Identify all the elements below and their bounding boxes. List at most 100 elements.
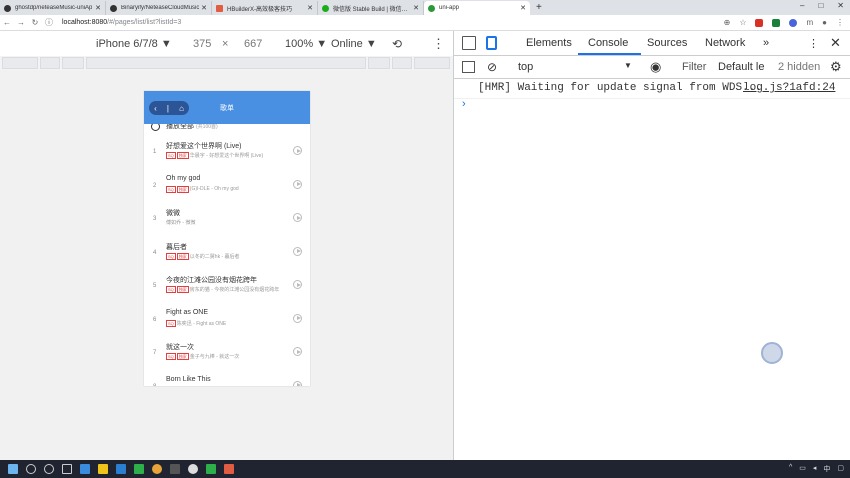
play-icon[interactable] (293, 280, 302, 289)
app-icon[interactable] (206, 464, 216, 474)
play-icon[interactable] (293, 179, 302, 189)
start-icon[interactable] (8, 464, 18, 474)
close-tab-icon[interactable]: ✕ (520, 4, 526, 12)
song-item[interactable]: 4 暮后者 SQ 独家 以冬的二舅hk - 暮后者 (144, 238, 310, 272)
viewport-height-input[interactable]: 667 (244, 38, 262, 50)
browser-tab[interactable]: Binaryify/NeteaseCloudMusic ✕ (106, 1, 212, 15)
clear-console-icon[interactable]: ⊘ (487, 60, 497, 74)
console-source-link[interactable]: log.js?1afd:24 (743, 82, 835, 94)
zoom-icon[interactable]: ⊕ (724, 18, 731, 27)
network-icon[interactable]: ▭ (799, 464, 806, 474)
search-icon[interactable] (26, 464, 36, 474)
song-item[interactable]: 2 Oh my god SQ 独家 (G)I-DLE - Oh my god (144, 171, 310, 205)
hbuilder-icon[interactable] (134, 464, 144, 474)
url-field[interactable]: localhost:8080/#/pages/list/list?listId=… (62, 19, 181, 26)
extension-icon[interactable]: m (806, 18, 813, 27)
extension-icon[interactable] (755, 18, 764, 27)
context-dropdown-icon[interactable]: ▼ (624, 61, 632, 70)
browser-tab-strip: ghostdp/neteaseMusic-uniAp ✕ Binaryify/N… (0, 0, 850, 15)
context-select[interactable]: top (518, 61, 533, 73)
play-icon[interactable] (293, 380, 302, 386)
play-icon[interactable] (293, 246, 302, 256)
media-query-bar[interactable] (0, 56, 453, 70)
phone-nav-bar: ‹ | ⌂ 歌单 (144, 91, 310, 124)
notification-icon[interactable]: ▢ (837, 464, 844, 474)
extension-icon[interactable] (789, 18, 798, 27)
play-icon[interactable] (293, 146, 302, 155)
hidden-count: 2 hidden (778, 61, 821, 73)
bookmark-star-icon[interactable]: ☆ (739, 18, 746, 27)
app-icon[interactable] (224, 464, 234, 474)
browser-tab[interactable]: ghostdp/neteaseMusic-uniAp ✕ (0, 1, 106, 15)
active-tab-indicator (578, 53, 641, 55)
new-tab-button[interactable]: + (536, 2, 542, 13)
sidebar-toggle-icon[interactable] (462, 61, 475, 73)
song-item[interactable]: 1 好想爱这个世界啊 (Live) SQ 独家 华晨宇 - 好想爱这个世界啊 (Live… (144, 137, 310, 171)
tray-arrow-icon[interactable]: ^ (789, 464, 792, 474)
close-window-button[interactable]: ✕ (837, 1, 844, 10)
task-view-icon[interactable] (62, 464, 72, 474)
log-levels-select[interactable]: Default le (718, 61, 764, 73)
chrome-icon[interactable] (152, 464, 162, 474)
vscode-icon[interactable] (116, 464, 126, 474)
song-index: 5 (153, 283, 157, 289)
browser-tab-active[interactable]: uni-app ✕ (424, 1, 530, 15)
menu-icon[interactable]: ⋮ (836, 18, 844, 27)
console-toolbar: ⊘ top ▼ ◉ Filter Default le 2 hidden ⚙ (454, 56, 850, 79)
more-tabs-icon[interactable]: » (763, 37, 769, 49)
input-method-icon[interactable]: 中 (823, 464, 830, 474)
info-icon[interactable]: ⓘ (42, 17, 56, 28)
volume-icon[interactable]: ◂ (813, 464, 817, 474)
play-icon[interactable] (293, 347, 302, 356)
play-icon[interactable] (293, 213, 302, 222)
close-tab-icon[interactable]: ✕ (307, 4, 313, 12)
extension-icon[interactable] (772, 18, 781, 27)
song-artist-album: 华晨宇 - 好想爱这个世界啊 (Live) (189, 153, 264, 159)
song-artist-album: 傅如乔 - 微微 (166, 220, 196, 226)
wechat-icon[interactable] (188, 464, 198, 474)
profile-icon[interactable]: ● (822, 18, 827, 27)
floating-avatar-icon[interactable] (761, 342, 783, 364)
browser-tab[interactable]: 微信版 Stable Build | 微信开放 ✕ (318, 1, 424, 15)
app-icon[interactable] (80, 464, 90, 474)
viewport-width-input[interactable]: 375 (193, 38, 211, 50)
song-item[interactable]: 6 Fight as ONE SQ 陈奕迅 - Fight as ONE (144, 305, 310, 339)
device-toggle-icon[interactable] (486, 36, 497, 50)
close-tab-icon[interactable]: ✕ (201, 4, 207, 12)
song-name: 就这一次 (166, 344, 194, 351)
zoom-select[interactable]: 100% ▼ (285, 38, 327, 50)
tab-elements[interactable]: Elements (526, 37, 572, 49)
forward-icon[interactable]: → (14, 18, 28, 27)
terminal-icon[interactable] (170, 464, 180, 474)
song-item[interactable]: 5 今夜的江滩公园没有烟花跨年 SQ 独家 房东的猫 - 今夜的江滩公园没有烟花跨年 (144, 271, 310, 305)
song-item[interactable]: 7 就这一次 SQ 独家 金子与九棒 - 就这一次 (144, 338, 310, 372)
cortana-icon[interactable] (44, 464, 54, 474)
rotate-icon[interactable]: ⟲ (392, 37, 402, 51)
song-item[interactable]: 3 微微 傅如乔 - 微微 (144, 204, 310, 238)
device-select[interactable]: iPhone 6/7/8 ▼ (96, 38, 172, 50)
song-item[interactable]: 8 Born Like This (144, 372, 310, 386)
tab-sources[interactable]: Sources (647, 37, 687, 49)
close-tab-icon[interactable]: ✕ (95, 4, 101, 12)
reload-icon[interactable]: ↻ (28, 18, 42, 27)
network-throttle-select[interactable]: Online ▼ (331, 38, 377, 50)
play-icon[interactable] (293, 313, 302, 323)
tab-console[interactable]: Console (588, 37, 628, 49)
back-icon[interactable]: ← (0, 18, 14, 27)
maximize-button[interactable]: □ (818, 1, 823, 10)
file-explorer-icon[interactable] (98, 464, 108, 474)
browser-tab[interactable]: HBuilderX-高效极客技巧 ✕ (212, 1, 318, 15)
song-tag: 独家 (176, 252, 189, 260)
minimize-button[interactable]: – (800, 1, 804, 10)
settings-menu-icon[interactable]: ⋮ (808, 37, 819, 50)
tab-network[interactable]: Network (705, 37, 745, 49)
console-settings-icon[interactable]: ⚙ (830, 59, 842, 75)
close-tab-icon[interactable]: ✕ (413, 4, 419, 12)
console-prompt[interactable]: › (462, 98, 466, 110)
more-options-icon[interactable]: ⋮ (432, 36, 445, 52)
eye-icon[interactable]: ◉ (650, 59, 661, 75)
close-devtools-icon[interactable]: ✕ (830, 35, 841, 51)
filter-input[interactable]: Filter (682, 61, 706, 73)
inspect-element-icon[interactable] (462, 36, 476, 50)
song-index: 1 (153, 149, 157, 155)
